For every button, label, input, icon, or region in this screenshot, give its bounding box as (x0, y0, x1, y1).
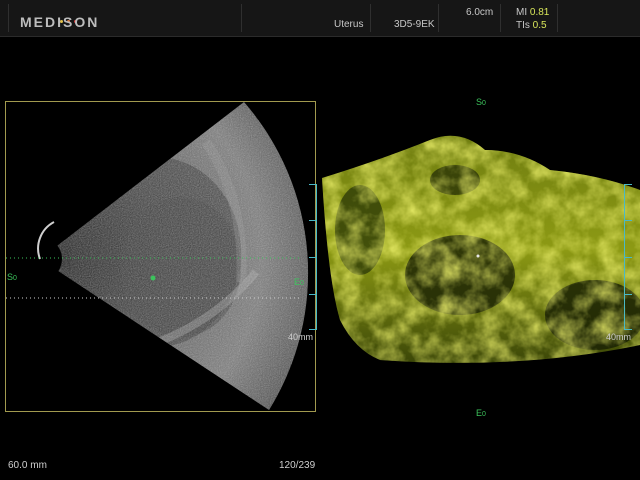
end-marker-sub: 0 (300, 280, 304, 287)
header-divider (438, 4, 439, 32)
depth-readout: 6.0cm (466, 7, 494, 18)
preset-label: Uterus (334, 19, 364, 30)
scale-label-2d: 40mm (288, 332, 314, 342)
bottom-marker-sub: 0 (482, 411, 486, 418)
frame-counter[interactable]: 120/239 (279, 460, 315, 471)
field-of-view-readout: 60.0 mm (8, 460, 47, 471)
start-marker-sub: 0 (13, 275, 17, 282)
header-divider (8, 4, 9, 32)
top-marker-sub: 0 (482, 100, 486, 107)
header-divider (241, 4, 242, 32)
scale-label-3d: 40mm (606, 332, 632, 342)
end-marker-2d: E0 (294, 277, 304, 287)
probe-label: 3D5-9EK (394, 19, 435, 30)
mi-value: 0.81 (529, 7, 550, 18)
header-divider (370, 4, 371, 32)
brand-logo: MEDISON (20, 14, 100, 30)
start-marker-2d: S0 (7, 272, 17, 282)
header-divider (500, 4, 501, 32)
volume-render-3d-panel[interactable] (320, 120, 640, 380)
mi-label: MI (516, 7, 528, 18)
depth-scale-3d (624, 184, 634, 330)
bottom-marker-3d: E0 (476, 408, 486, 418)
volume-render (322, 135, 640, 363)
tis-value: 0.5 (532, 20, 547, 31)
top-marker-3d: S0 (476, 97, 486, 107)
mi-readout: MI 0.81 (516, 7, 549, 18)
depth-scale-2d (307, 184, 317, 330)
ultrasound-2d-panel[interactable] (5, 101, 316, 412)
top-status-bar: MEDISON Uterus 3D5-9EK 6.0cm MI 0.81 TIs… (0, 0, 640, 37)
tis-label: TIs (516, 20, 530, 31)
header-divider (557, 4, 558, 32)
tis-readout: TIs 0.5 (516, 20, 547, 31)
sector-image (6, 102, 309, 410)
